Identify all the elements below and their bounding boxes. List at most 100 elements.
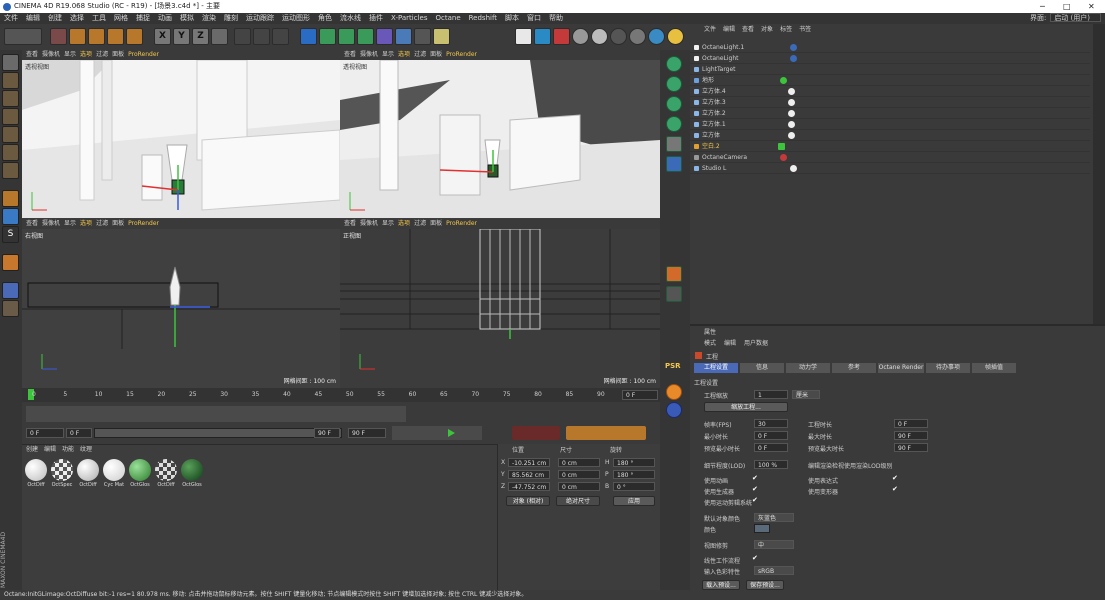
material-tag-icon[interactable] bbox=[788, 121, 795, 128]
rotate-tool-icon[interactable] bbox=[107, 28, 124, 45]
vp-view[interactable]: 查看 bbox=[344, 51, 356, 58]
use-motion-checkbox[interactable]: ✔ bbox=[752, 496, 758, 504]
vp-cameras[interactable]: 摄像机 bbox=[42, 220, 60, 227]
position-z-field[interactable]: -47.752 cm bbox=[508, 482, 550, 491]
vp-options[interactable]: 选项 bbox=[398, 220, 410, 227]
fps-field[interactable]: 30 bbox=[754, 419, 788, 428]
object-row[interactable]: 地形 bbox=[690, 75, 1090, 86]
color-swatch[interactable] bbox=[754, 524, 770, 533]
range-end-field[interactable]: 90 F bbox=[314, 428, 340, 438]
apply-button[interactable]: 应用 bbox=[613, 496, 655, 506]
vp-filter[interactable]: 过滤 bbox=[96, 51, 108, 58]
material-tag-icon[interactable] bbox=[790, 165, 797, 172]
coord-mode-select[interactable]: 对象 (相对) bbox=[506, 496, 550, 506]
mat-menu-texture[interactable]: 纹理 bbox=[80, 446, 92, 453]
vp-filter[interactable]: 过滤 bbox=[96, 220, 108, 227]
maximize-button[interactable]: □ bbox=[1063, 0, 1071, 13]
material-tag-icon[interactable] bbox=[788, 132, 795, 139]
locked-workplane-icon[interactable] bbox=[2, 254, 19, 271]
vp-options[interactable]: 选项 bbox=[80, 51, 92, 58]
menu-xparticles[interactable]: X-Particles bbox=[387, 13, 431, 24]
om-menu-view[interactable]: 查看 bbox=[742, 26, 754, 33]
move-tool-icon[interactable] bbox=[69, 28, 86, 45]
menu-character[interactable]: 角色 bbox=[314, 13, 336, 24]
vp-panel[interactable]: 面板 bbox=[112, 51, 124, 58]
max-time-field[interactable]: 90 F bbox=[894, 431, 928, 440]
timeline-end-field[interactable]: 0 F bbox=[622, 390, 658, 400]
vp-display[interactable]: 显示 bbox=[64, 220, 76, 227]
octane-grid-icon[interactable] bbox=[666, 156, 682, 172]
menu-motion-tracker[interactable]: 运动跟踪 bbox=[242, 13, 278, 24]
octane-live-viewer-icon[interactable] bbox=[515, 28, 532, 45]
menu-pipeline[interactable]: 流水线 bbox=[336, 13, 365, 24]
transform-tool-icon[interactable] bbox=[126, 28, 143, 45]
cube-icon[interactable] bbox=[300, 28, 317, 45]
scale-tool-icon[interactable] bbox=[88, 28, 105, 45]
timeline-ruler[interactable]: 0 5 10 15 20 25 30 35 40 45 50 55 60 65 70 75 80 85 90 0 F bbox=[22, 388, 660, 402]
grid-icon[interactable] bbox=[2, 282, 19, 299]
octane-light-icon[interactable] bbox=[666, 116, 682, 132]
material-tag-icon[interactable] bbox=[788, 88, 795, 95]
project-time-field[interactable]: 0 F bbox=[894, 419, 928, 428]
scale-field[interactable]: 1 bbox=[754, 390, 788, 399]
x-axis-lock-button[interactable]: X bbox=[154, 28, 171, 45]
tab-reference[interactable]: 参考 bbox=[832, 363, 876, 373]
position-x-field[interactable]: -10.251 cm bbox=[508, 458, 550, 467]
object-row[interactable]: 立方体.2 bbox=[690, 108, 1090, 119]
light-icon[interactable] bbox=[433, 28, 450, 45]
keyframe-buttons[interactable] bbox=[566, 426, 646, 440]
octane-layer-icon[interactable] bbox=[666, 286, 682, 302]
vp-prorender[interactable]: ProRender bbox=[446, 51, 477, 58]
menu-snap[interactable]: 捕捉 bbox=[132, 13, 154, 24]
vp-display[interactable]: 显示 bbox=[382, 220, 394, 227]
lod-field[interactable]: 100 % bbox=[754, 460, 788, 469]
camera-icon[interactable] bbox=[414, 28, 431, 45]
minimize-button[interactable]: ─ bbox=[1040, 0, 1045, 13]
viewport-right[interactable]: 查看 摄像机 显示 选项 过滤 面板 ProRender 右视图 网格间距 : 100 cm bbox=[22, 219, 340, 388]
model-mode-icon[interactable] bbox=[2, 72, 19, 89]
mat-menu-create[interactable]: 创建 bbox=[26, 446, 38, 453]
viewport-perspective[interactable]: 查看 摄像机 显示 选项 过滤 面板 ProRender 透视视图 bbox=[22, 50, 340, 218]
viewport-camera[interactable]: 查看 摄像机 显示 选项 过滤 面板 ProRender 透视视图 bbox=[340, 50, 660, 218]
octane-s-icon[interactable] bbox=[666, 384, 682, 400]
tab-project-settings[interactable]: 工程设置 bbox=[694, 363, 738, 373]
om-menu-objects[interactable]: 对象 bbox=[761, 26, 773, 33]
record-buttons[interactable] bbox=[512, 426, 560, 440]
edges-mode-icon[interactable] bbox=[2, 144, 19, 161]
subdivision-icon[interactable] bbox=[338, 28, 355, 45]
input-color-select[interactable]: sRGB bbox=[754, 566, 794, 575]
use-animation-checkbox[interactable]: ✔ bbox=[752, 474, 758, 482]
render-view-icon[interactable] bbox=[234, 28, 251, 45]
octane-tag-icon[interactable] bbox=[790, 55, 797, 62]
object-row[interactable]: OctaneCamera bbox=[690, 152, 1090, 163]
scale-project-button[interactable]: 缩放工程... bbox=[704, 402, 788, 412]
object-row[interactable]: Studio L bbox=[690, 163, 1090, 174]
default-color-select[interactable]: 灰蓝色 bbox=[754, 513, 794, 522]
om-menu-file[interactable]: 文件 bbox=[704, 26, 716, 33]
render-settings-icon[interactable] bbox=[272, 28, 289, 45]
use-expressions-checkbox[interactable]: ✔ bbox=[892, 474, 898, 482]
material-item[interactable]: OctDiff bbox=[76, 459, 100, 488]
pen-icon[interactable] bbox=[319, 28, 336, 45]
rotation-b-field[interactable]: 0 ° bbox=[613, 482, 655, 491]
min-time-field[interactable]: 0 F bbox=[754, 431, 788, 440]
current-frame-field[interactable]: 0 F bbox=[66, 428, 92, 438]
material-tag-icon[interactable] bbox=[780, 77, 787, 84]
material-tag-icon[interactable] bbox=[788, 110, 795, 117]
points-mode-icon[interactable] bbox=[2, 126, 19, 143]
vp-prorender[interactable]: ProRender bbox=[128, 51, 159, 58]
load-preset-button[interactable]: 载入预设... bbox=[702, 580, 740, 590]
live-selection-icon[interactable] bbox=[50, 28, 67, 45]
octane-tag-icon[interactable] bbox=[666, 96, 682, 112]
material-tag-icon[interactable] bbox=[778, 143, 785, 150]
scale-unit-select[interactable]: 厘米 bbox=[792, 390, 820, 399]
menu-tools[interactable]: 工具 bbox=[88, 13, 110, 24]
octane-box-icon[interactable] bbox=[666, 266, 682, 282]
vp-cameras[interactable]: 摄像机 bbox=[360, 220, 378, 227]
viewport-front[interactable]: 查看 摄像机 显示 选项 过滤 面板 ProRender 正视图 网格间距 : 100 cm bbox=[340, 219, 660, 388]
playback-controls[interactable] bbox=[392, 426, 482, 440]
octane-glossy-icon[interactable] bbox=[610, 28, 627, 45]
menu-redshift[interactable]: Redshift bbox=[465, 13, 501, 24]
use-deformers-checkbox[interactable]: ✔ bbox=[892, 485, 898, 493]
material-item[interactable]: OctSpec bbox=[50, 459, 74, 488]
